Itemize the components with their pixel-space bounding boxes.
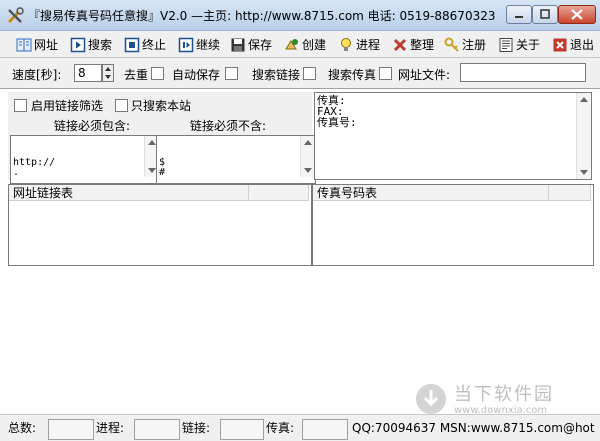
exclude-scrollbar[interactable] <box>300 136 315 177</box>
status-progress-value <box>134 419 180 440</box>
fax-list-header-extra[interactable] <box>549 185 591 201</box>
toolbar-exit-label: 退出 <box>570 38 595 52</box>
toolbar-register-label: 注册 <box>462 38 487 52</box>
fax-output-scrollbar[interactable] <box>576 93 591 179</box>
exclude-textarea[interactable]: $ # <box>156 135 316 184</box>
about-icon <box>499 37 513 52</box>
status-total-label: 总数: <box>8 421 37 435</box>
toolbar-about-label: 关于 <box>516 38 541 52</box>
toolbar-continue-button[interactable]: 继续 <box>178 34 220 55</box>
status-progress-label: 进程: <box>96 421 125 435</box>
exclude-text: $ # <box>159 157 166 178</box>
toolbar-stop-button[interactable]: 终止 <box>124 34 166 55</box>
toolbar-save-label: 保存 <box>248 38 273 52</box>
autosave-checkbox[interactable] <box>225 67 238 80</box>
dedupe-checkbox[interactable] <box>151 67 164 80</box>
play-icon <box>70 37 86 52</box>
url-file-input[interactable] <box>460 63 586 82</box>
toolbar-process-button[interactable]: 进程 <box>338 34 380 55</box>
toolbar-url-label: 网址 <box>34 38 59 52</box>
search-links-label: 搜索链接 <box>252 68 301 82</box>
status-links-value <box>220 419 264 440</box>
enable-filter-checkbox[interactable] <box>14 99 27 112</box>
search-fax-checkbox[interactable] <box>379 67 392 80</box>
include-text: http:// . <box>13 157 56 178</box>
pause-icon <box>178 37 194 52</box>
stop-icon <box>124 37 140 52</box>
url-file-label: 网址文件: <box>398 68 451 82</box>
toolbar-tidy-label: 整理 <box>410 38 435 52</box>
link-filter-panel: 启用链接筛选 只搜索本站 链接必须包含: 链接必须不含: http:// . $… <box>8 92 316 184</box>
must-include-label: 链接必须包含: <box>54 119 131 133</box>
toolbar-search-label: 搜索 <box>88 38 113 52</box>
toolbar-tidy-button[interactable]: 整理 <box>392 34 434 55</box>
toolbar-url-button[interactable]: 网址 <box>16 34 58 55</box>
floppy-icon <box>231 38 245 51</box>
must-exclude-label: 链接必须不含: <box>190 119 267 133</box>
book-icon <box>16 38 32 51</box>
app-tools-icon <box>7 7 24 24</box>
speed-label: 速度[秒]: <box>12 68 62 82</box>
watermark-title: 当下软件园 <box>454 384 554 405</box>
toolbar-create-button[interactable]: 创建 <box>284 34 326 55</box>
toolbar-exit-button[interactable]: 退出 <box>552 34 594 55</box>
status-fax-label: 传真: <box>266 421 295 435</box>
create-icon <box>285 38 298 49</box>
bulb-icon <box>341 37 351 51</box>
key-icon <box>444 37 459 52</box>
status-bar: 总数: 进程: 链接: 传真: QQ:70094637 MSN:www.8715… <box>0 414 600 441</box>
toolbar: 网址 搜索 终止 继续 保存 创建 进程 整理 注册 关于 退出 <box>0 31 600 58</box>
url-list-header-extra[interactable] <box>249 185 309 201</box>
fax-output-textarea[interactable]: 传真: FAX: 传真号: <box>314 92 592 180</box>
options-bar: 速度[秒]: 8 去重 自动保存 搜索链接 搜索传真 网址文件: <box>0 58 600 89</box>
search-fax-label: 搜索传真 <box>328 68 377 82</box>
dedupe-label: 去重 <box>124 68 149 82</box>
status-total-value <box>48 419 94 440</box>
toolbar-stop-label: 终止 <box>142 38 167 52</box>
enable-filter-label: 启用链接筛选 <box>31 99 104 113</box>
toolbar-create-label: 创建 <box>302 38 327 52</box>
autosave-label: 自动保存 <box>172 68 221 82</box>
toolbar-about-button[interactable]: 关于 <box>498 34 540 55</box>
download-logo-icon <box>416 384 446 414</box>
toolbar-search-button[interactable]: 搜索 <box>70 34 112 55</box>
toolbar-save-button[interactable]: 保存 <box>230 34 272 55</box>
maximize-icon <box>540 9 550 19</box>
speed-input[interactable]: 8 <box>74 64 102 82</box>
minimize-icon <box>515 16 523 18</box>
toolbar-register-button[interactable]: 注册 <box>444 34 486 55</box>
site-only-label: 只搜索本站 <box>131 99 192 113</box>
status-contact: QQ:70094637 MSN:www.8715.com@hot <box>352 421 595 435</box>
url-list-header[interactable]: 网址链接表 <box>9 185 249 201</box>
speed-spinner[interactable] <box>102 64 114 82</box>
close-icon <box>571 9 583 20</box>
window-title: 『搜易传真号码任意搜』V2.0 —主页: http://www.8715.com… <box>28 9 496 23</box>
fax-list[interactable]: 传真号码表 <box>312 184 594 266</box>
status-fax-value <box>302 419 348 440</box>
url-list[interactable]: 网址链接表 <box>8 184 312 266</box>
title-bar: 『搜易传真号码任意搜』V2.0 —主页: http://www.8715.com… <box>0 0 600 31</box>
toolbar-process-label: 进程 <box>356 38 381 52</box>
search-links-checkbox[interactable] <box>303 67 316 80</box>
toolbar-continue-label: 继续 <box>196 38 221 52</box>
include-textarea[interactable]: http:// . <box>10 135 160 184</box>
close-button[interactable] <box>558 5 596 24</box>
site-only-checkbox[interactable] <box>115 99 128 112</box>
exit-icon <box>553 38 567 51</box>
spin-arrows-icon <box>105 67 111 79</box>
status-links-label: 链接: <box>182 421 211 435</box>
minimize-button[interactable] <box>506 5 532 24</box>
fax-list-header[interactable]: 传真号码表 <box>313 185 549 201</box>
fax-output-text: 传真: FAX: 传真号: <box>317 94 357 129</box>
maximize-button[interactable] <box>532 5 558 24</box>
tidy-icon <box>393 38 407 51</box>
